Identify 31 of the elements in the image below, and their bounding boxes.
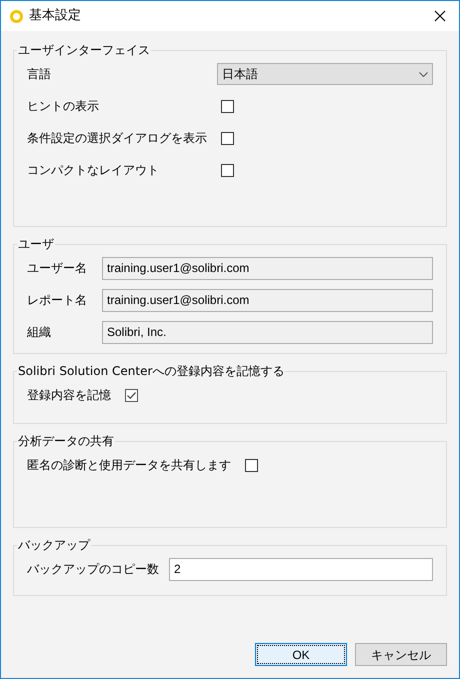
text-field[interactable]: training.user1@solibri.com	[102, 288, 433, 312]
field-label: 匿名の診断と使用データを共有します	[27, 457, 231, 474]
dialog-button[interactable]: キャンセル	[355, 643, 447, 666]
group-title: Solibri Solution Centerへの登録内容を記憶する	[17, 363, 286, 380]
text-field[interactable]: training.user1@solibri.com	[102, 256, 433, 280]
dialog-button[interactable]: OK	[255, 643, 347, 666]
group-title: ユーザ	[17, 236, 55, 253]
chevron-down-icon	[419, 72, 428, 76]
group-title: ユーザインターフェイス	[17, 42, 151, 59]
text-field[interactable]: 2	[169, 558, 433, 580]
field-label: コンパクトなレイアウト	[27, 162, 160, 179]
text-field[interactable]: Solibri, Inc.	[102, 320, 433, 344]
field-label: 条件設定の選択ダイアログを表示	[27, 130, 208, 147]
checkbox[interactable]	[245, 458, 258, 472]
field-label: バックアップのコピー数	[27, 561, 159, 578]
group-title: バックアップ	[17, 537, 91, 554]
field-label: 登録内容を記憶	[27, 387, 111, 404]
field-label: ヒントの表示	[27, 98, 100, 115]
checkbox[interactable]	[221, 100, 234, 112]
checkbox[interactable]	[125, 388, 138, 402]
field-label: 言語	[27, 66, 52, 83]
app-icon	[10, 10, 23, 22]
close-icon[interactable]	[434, 10, 446, 22]
language-dropdown[interactable]: 日本語	[217, 63, 433, 85]
field-label: 組織	[27, 324, 52, 341]
field-label: レポート名	[27, 292, 88, 309]
checkbox[interactable]	[221, 164, 234, 176]
checkbox[interactable]	[221, 132, 234, 144]
field-label: ユーザー名	[27, 260, 88, 277]
group-title: 分析データの共有	[17, 433, 115, 450]
window-title: 基本設定	[29, 7, 82, 26]
